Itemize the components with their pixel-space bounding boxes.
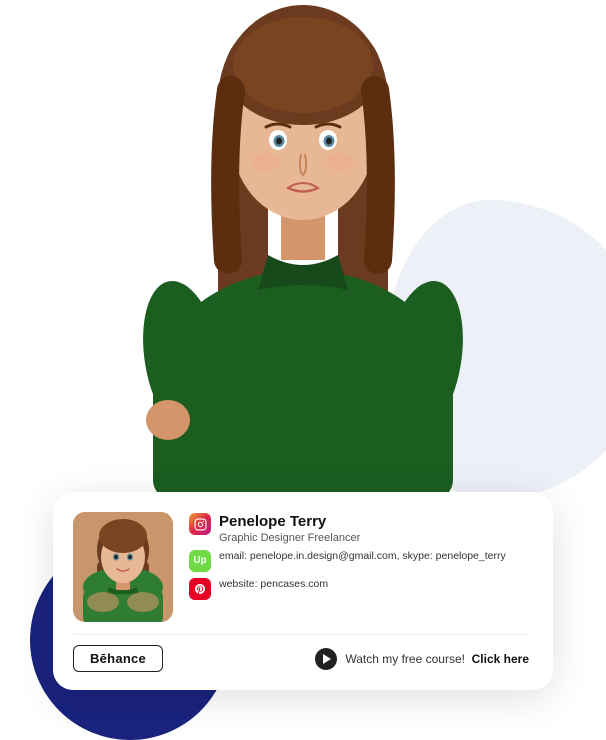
click-here-link[interactable]: Click here xyxy=(472,652,529,666)
card-info: Penelope Terry Graphic Designer Freelanc… xyxy=(189,512,529,605)
person-name: Penelope Terry xyxy=(219,512,360,532)
card-avatar xyxy=(73,512,173,622)
name-row: Penelope Terry Graphic Designer Freelanc… xyxy=(189,512,529,544)
upwork-icon: Up xyxy=(189,550,211,572)
play-triangle xyxy=(323,654,331,664)
business-card: Penelope Terry Graphic Designer Freelanc… xyxy=(53,492,553,690)
watch-row: Watch my free course! Click here xyxy=(315,648,529,670)
website-row: website: pencases.com xyxy=(189,577,529,600)
card-divider xyxy=(73,634,529,635)
pinterest-icon xyxy=(189,578,211,600)
card-top: Penelope Terry Graphic Designer Freelanc… xyxy=(73,512,529,622)
contact-row: Up email: penelope.in.design@gmail.com, … xyxy=(189,549,529,572)
play-icon xyxy=(315,648,337,670)
person-illustration xyxy=(103,0,503,500)
watch-text: Watch my free course! Click here xyxy=(345,652,529,666)
card-bottom: Bēhance Watch my free course! Click here xyxy=(73,645,529,672)
person-name-block: Penelope Terry Graphic Designer Freelanc… xyxy=(219,512,360,544)
website-text: website: pencases.com xyxy=(219,577,328,593)
instagram-icon xyxy=(189,513,211,535)
contact-text: email: penelope.in.design@gmail.com, sky… xyxy=(219,549,506,565)
behance-button[interactable]: Bēhance xyxy=(73,645,163,672)
person-role: Graphic Designer Freelancer xyxy=(219,532,360,544)
